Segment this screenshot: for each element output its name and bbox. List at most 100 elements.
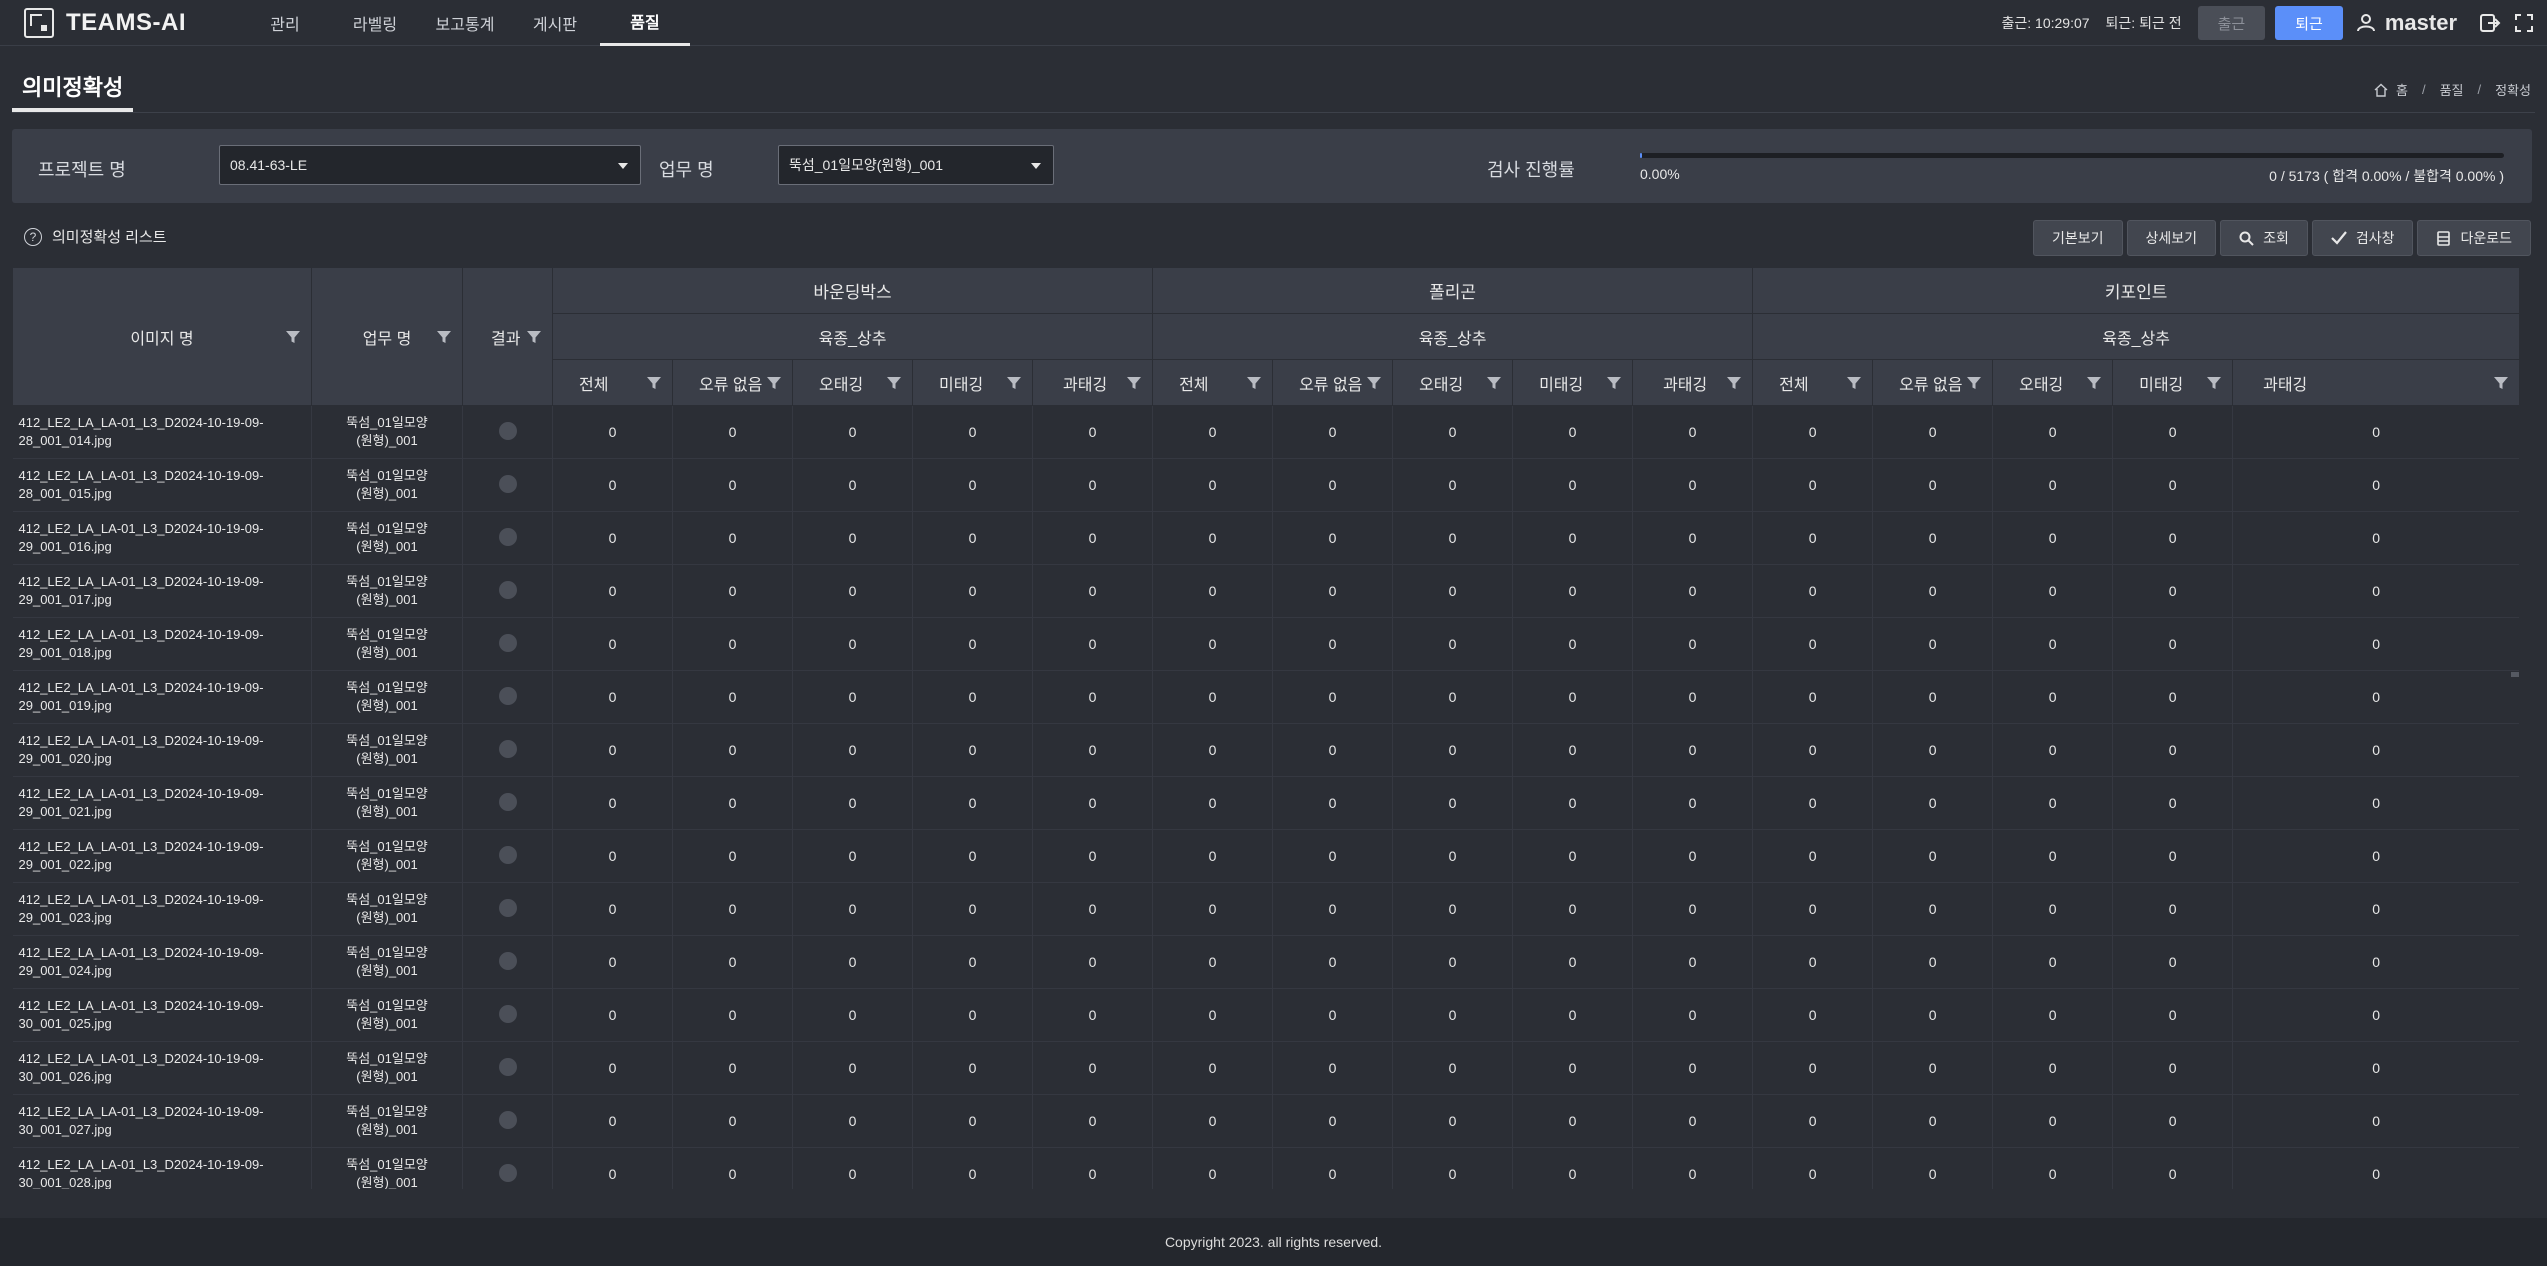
table-row[interactable]: 412_LE2_LA_LA-01_L3_D2024-10-19-09- 30_00… <box>12 1147 2519 1189</box>
nav-item-labeling[interactable]: 라벨링 <box>330 0 420 46</box>
fullscreen-button[interactable] <box>2507 6 2541 40</box>
nav-item-manage[interactable]: 관리 <box>240 0 330 46</box>
table-row[interactable]: 412_LE2_LA_LA-01_L3_D2024-10-19-09- 29_00… <box>12 776 2519 830</box>
metric-cell: 0 <box>1752 829 1874 883</box>
col-header-metric[interactable]: 과태깅 <box>2232 359 2519 406</box>
filter-icon[interactable] <box>526 329 542 345</box>
col-header-metric[interactable]: 미태깅 <box>2112 359 2234 406</box>
col-header-metric[interactable]: 오태깅 <box>1992 359 2114 406</box>
filter-icon[interactable] <box>2493 375 2509 391</box>
nav-item-reports[interactable]: 보고통계 <box>420 0 510 46</box>
filter-icon[interactable] <box>1126 375 1142 391</box>
accuracy-table-container[interactable]: 이미지 명 업무 명 결과 바운딩박스 폴리곤 키포인트 육종_상추 육종_상추 육종_상추 전체… <box>12 267 2519 1189</box>
filter-icon[interactable] <box>1606 375 1622 391</box>
breadcrumb-quality[interactable]: 품질 <box>2440 80 2464 99</box>
table-row[interactable]: 412_LE2_LA_LA-01_L3_D2024-10-19-09- 28_00… <box>12 405 2519 459</box>
metric-cell: 0 <box>2232 511 2519 565</box>
filter-icon[interactable] <box>436 329 452 345</box>
metric-cell: 0 <box>672 723 793 777</box>
nav-item-quality[interactable]: 품질 <box>600 0 690 46</box>
result-cell <box>462 1094 553 1148</box>
col-header-metric[interactable]: 전체 <box>1752 359 1874 406</box>
result-cell <box>462 829 553 883</box>
col-header-metric[interactable]: 과태깅 <box>1031 359 1154 406</box>
filter-icon[interactable] <box>1486 375 1502 391</box>
table-row[interactable]: 412_LE2_LA_LA-01_L3_D2024-10-19-09- 29_00… <box>12 882 2519 936</box>
search-button[interactable]: 조회 <box>2220 220 2308 256</box>
download-button[interactable]: 다운로드 <box>2417 220 2531 256</box>
table-row[interactable]: 412_LE2_LA_LA-01_L3_D2024-10-19-09- 29_00… <box>12 617 2519 671</box>
scrollbar[interactable] <box>2511 672 2519 677</box>
filter-icon[interactable] <box>2206 375 2222 391</box>
metric-cell: 0 <box>1272 617 1394 671</box>
filter-icon[interactable] <box>2086 375 2102 391</box>
col-header-job[interactable]: 업무 명 <box>311 267 463 406</box>
filter-icon[interactable] <box>1366 375 1382 391</box>
metric-cell: 0 <box>1272 723 1394 777</box>
logout-button[interactable] <box>2473 6 2507 40</box>
col-header-metric[interactable]: 과태깅 <box>1632 359 1754 406</box>
metric-cell: 0 <box>1632 670 1754 724</box>
project-select[interactable]: 08.41-63-LE <box>219 145 641 185</box>
col-header-result[interactable]: 결과 <box>462 267 553 406</box>
filter-icon[interactable] <box>1726 375 1742 391</box>
col-header-metric[interactable]: 전체 <box>1152 359 1274 406</box>
table-row[interactable]: 412_LE2_LA_LA-01_L3_D2024-10-19-09- 29_00… <box>12 564 2519 618</box>
col-header-image[interactable]: 이미지 명 <box>12 267 312 406</box>
col-header-metric[interactable]: 오태깅 <box>1392 359 1514 406</box>
breadcrumb-home[interactable]: 홈 <box>2396 80 2408 99</box>
clock-out-button[interactable]: 퇴근 <box>2275 6 2343 40</box>
filter-icon[interactable] <box>766 375 782 391</box>
table-row[interactable]: 412_LE2_LA_LA-01_L3_D2024-10-19-09- 29_00… <box>12 723 2519 777</box>
metric-cell: 0 <box>912 405 1033 459</box>
filter-icon[interactable] <box>1006 375 1022 391</box>
filter-icon[interactable] <box>646 375 662 391</box>
group-header: 폴리곤 <box>1152 267 1754 314</box>
metric-cell: 0 <box>1152 776 1274 830</box>
metric-cell: 0 <box>1632 829 1754 883</box>
metric-cell: 0 <box>1032 776 1154 830</box>
filter-icon[interactable] <box>285 329 301 345</box>
col-header-metric[interactable]: 미태깅 <box>1512 359 1634 406</box>
table-row[interactable]: 412_LE2_LA_LA-01_L3_D2024-10-19-09- 29_00… <box>12 670 2519 724</box>
filter-icon[interactable] <box>1966 375 1982 391</box>
result-status-dot <box>498 633 517 652</box>
result-status-dot <box>498 527 517 546</box>
inspect-button[interactable]: 검사창 <box>2311 220 2414 256</box>
metric-cell: 0 <box>912 617 1033 671</box>
help-icon[interactable]: ? <box>24 227 42 246</box>
filter-icon[interactable] <box>1846 375 1862 391</box>
metric-cell: 0 <box>1752 458 1874 512</box>
job-name-cell: 뚝섬_01일모양 (원형)_001 <box>311 1147 463 1189</box>
nav-item-board[interactable]: 게시판 <box>510 0 600 46</box>
logo[interactable]: TEAMS-AI <box>24 7 240 38</box>
basic-view-button[interactable]: 기본보기 <box>2033 220 2123 256</box>
filter-icon[interactable] <box>1246 375 1262 391</box>
metric-cell: 0 <box>1992 723 2114 777</box>
metric-cell: 0 <box>1512 458 1634 512</box>
detail-view-button[interactable]: 상세보기 <box>2126 220 2217 256</box>
filter-icon[interactable] <box>886 375 902 391</box>
table-row[interactable]: 412_LE2_LA_LA-01_L3_D2024-10-19-09- 29_00… <box>12 935 2519 989</box>
metric-cell: 0 <box>1272 1147 1394 1189</box>
metric-cell: 0 <box>1872 776 1994 830</box>
col-header-metric[interactable]: 미태깅 <box>912 359 1033 406</box>
clock-in-button[interactable]: 출근 <box>2197 6 2266 40</box>
col-header-metric[interactable]: 오류 없음 <box>1872 359 1994 406</box>
metric-cell: 0 <box>672 511 793 565</box>
col-header-metric[interactable]: 오태깅 <box>792 359 913 406</box>
table-row[interactable]: 412_LE2_LA_LA-01_L3_D2024-10-19-09- 29_00… <box>12 829 2519 883</box>
table-row[interactable]: 412_LE2_LA_LA-01_L3_D2024-10-19-09- 30_00… <box>12 1041 2519 1095</box>
job-select[interactable]: 뚝섬_01일모양(원형)_001 <box>778 145 1054 185</box>
col-header-metric[interactable]: 전체 <box>552 359 673 406</box>
table-row[interactable]: 412_LE2_LA_LA-01_L3_D2024-10-19-09- 30_00… <box>12 988 2519 1042</box>
col-header-metric[interactable]: 오류 없음 <box>672 359 793 406</box>
metric-cell: 0 <box>1152 617 1274 671</box>
table-row[interactable]: 412_LE2_LA_LA-01_L3_D2024-10-19-09- 29_00… <box>12 511 2519 565</box>
table-row[interactable]: 412_LE2_LA_LA-01_L3_D2024-10-19-09- 28_00… <box>12 458 2519 512</box>
col-header-metric[interactable]: 오류 없음 <box>1272 359 1394 406</box>
table-row[interactable]: 412_LE2_LA_LA-01_L3_D2024-10-19-09- 30_00… <box>12 1094 2519 1148</box>
image-name-cell: 412_LE2_LA_LA-01_L3_D2024-10-19-09- 29_00… <box>12 882 312 936</box>
user-menu[interactable]: master <box>2356 10 2457 36</box>
list-title-text: 의미정확성 리스트 <box>52 229 167 246</box>
